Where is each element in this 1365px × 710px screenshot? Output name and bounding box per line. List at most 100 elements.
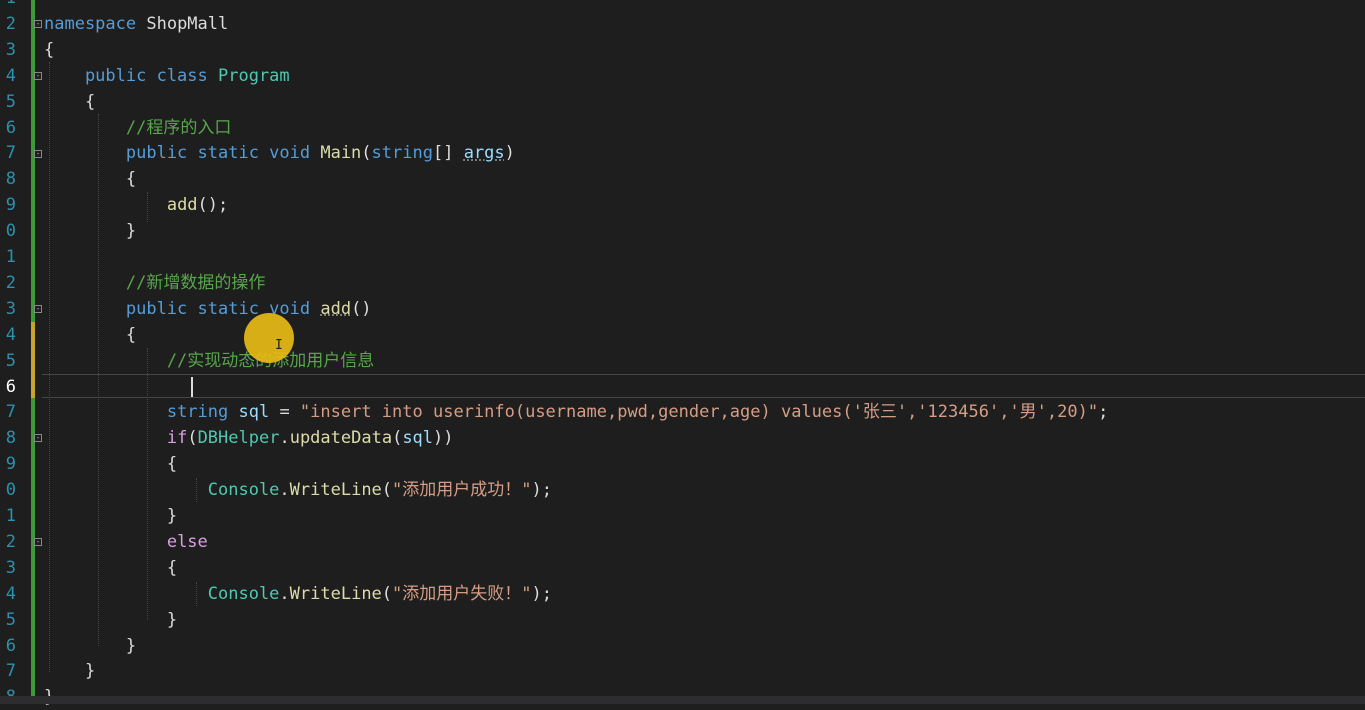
line-number: 2 xyxy=(5,13,16,34)
code-line[interactable]: 3 { xyxy=(0,555,1365,581)
code-text: else xyxy=(44,529,208,555)
line-number: 4 xyxy=(5,583,16,604)
code-line[interactable]: 7 string sql = "insert into userinfo(use… xyxy=(0,399,1365,425)
code-line[interactable]: 0 } xyxy=(0,218,1365,244)
code-token: "添加用户成功！" xyxy=(392,480,532,501)
code-token: (); xyxy=(197,195,229,216)
code-token: namespace xyxy=(44,13,137,34)
line-number: 5 xyxy=(5,91,16,112)
code-text: } xyxy=(44,218,136,244)
code-line[interactable]: 3{ xyxy=(0,37,1365,63)
code-token: //程序的入口 xyxy=(44,117,232,138)
code-token: string xyxy=(166,402,239,423)
code-token: { xyxy=(44,324,137,345)
code-text: } xyxy=(44,607,177,633)
code-text: { xyxy=(44,555,177,581)
code-token: updateData xyxy=(289,428,393,449)
code-token: ShopMall xyxy=(136,13,229,34)
code-line[interactable]: 1 } xyxy=(0,503,1365,529)
code-text: add(); xyxy=(44,192,228,218)
code-line[interactable]: 2 else xyxy=(0,529,1365,555)
code-line[interactable]: 4 public class Program xyxy=(0,63,1365,89)
code-text: string sql = "insert into userinfo(usern… xyxy=(44,399,1109,425)
code-line[interactable]: 5 } xyxy=(0,607,1365,633)
code-token: { xyxy=(44,39,55,60)
code-token: ; xyxy=(1098,402,1109,423)
code-line[interactable]: 8 if(DBHelper.updateData(sql)) xyxy=(0,425,1365,451)
code-line[interactable]: 1 xyxy=(0,0,1365,11)
code-line[interactable]: 5 { xyxy=(0,89,1365,115)
code-text: if(DBHelper.updateData(sql)) xyxy=(44,425,454,451)
code-line[interactable]: 2 //新增数据的操作 xyxy=(0,270,1365,296)
code-line[interactable]: 8 { xyxy=(0,166,1365,192)
code-token: "insert into userinfo(username,pwd,gende… xyxy=(299,402,1099,423)
code-text: } xyxy=(44,503,177,529)
code-token: } xyxy=(44,506,178,526)
code-line[interactable]: 9 add(); xyxy=(0,192,1365,218)
line-number: 8 xyxy=(5,428,16,449)
line-number: 2 xyxy=(5,272,16,293)
code-token: Console xyxy=(207,583,280,604)
line-number: 3 xyxy=(5,39,16,60)
code-token: )) xyxy=(433,428,454,449)
code-token: add xyxy=(320,298,352,319)
code-token: if xyxy=(166,428,188,449)
code-text: public static void Main(string[] args) xyxy=(44,140,515,166)
code-token: . xyxy=(279,583,290,604)
line-number: 5 xyxy=(5,609,16,630)
line-number: 7 xyxy=(5,661,16,682)
line-number: 6 xyxy=(5,376,16,397)
code-text: Console.WriteLine("添加用户成功！"); xyxy=(44,477,552,503)
line-number: 0 xyxy=(5,480,16,501)
code-line[interactable]: 7 public static void Main(string[] args) xyxy=(0,140,1365,166)
code-line[interactable]: 9 { xyxy=(0,451,1365,477)
code-token: args xyxy=(463,143,505,164)
line-number: 7 xyxy=(5,402,16,423)
code-token: { xyxy=(44,169,137,190)
code-line[interactable]: 6 xyxy=(0,374,1365,400)
code-token: Program xyxy=(218,65,290,86)
line-number: 8 xyxy=(5,169,16,190)
code-token: ( xyxy=(392,428,403,449)
code-token: Console xyxy=(207,480,280,501)
code-line[interactable]: 5 //实现动态的添加用户信息 xyxy=(0,348,1365,374)
code-line[interactable]: 3 public static void add() xyxy=(0,296,1365,322)
code-line[interactable]: 6 } xyxy=(0,633,1365,659)
code-token: ( xyxy=(361,143,372,164)
line-number: 1 xyxy=(0,0,16,11)
code-text: { xyxy=(44,37,54,63)
code-editor[interactable]: - - - - - - 12namespace ShopMall3{4 publ… xyxy=(0,0,1365,707)
code-token: ( xyxy=(381,583,393,604)
code-line[interactable]: 6 //程序的入口 xyxy=(0,115,1365,141)
code-token: . xyxy=(279,428,290,449)
code-line[interactable]: 7 } xyxy=(0,658,1365,684)
code-token: [] xyxy=(432,143,464,164)
code-line[interactable]: 4 Console.WriteLine("添加用户失败！"); xyxy=(0,581,1365,607)
code-token: WriteLine xyxy=(289,583,382,604)
code-line[interactable]: 2 namespace ShopMall xyxy=(0,11,1365,37)
code-text: } xyxy=(44,633,136,659)
code-line[interactable]: 0 Console.WriteLine("添加用户成功！"); xyxy=(0,477,1365,503)
mouse-cursor-highlight xyxy=(244,313,294,363)
code-text: namespace ShopMall xyxy=(44,11,228,37)
text-caret xyxy=(191,377,193,397)
code-token: } xyxy=(44,221,137,242)
code-token: { xyxy=(44,454,178,475)
line-number: 9 xyxy=(5,454,16,475)
code-token: Main xyxy=(320,143,362,164)
code-token: . xyxy=(279,480,290,501)
code-token: ( xyxy=(381,480,393,501)
code-line[interactable]: 4 { xyxy=(0,322,1365,348)
line-number: 1 xyxy=(5,247,16,267)
code-token: { xyxy=(44,91,96,112)
line-number: 7 xyxy=(5,143,16,164)
code-token: sql xyxy=(402,428,434,449)
code-token: public class xyxy=(44,65,218,86)
code-token: ); xyxy=(531,480,553,501)
code-line[interactable]: 1 xyxy=(0,244,1365,270)
code-text: //新增数据的操作 xyxy=(44,270,265,296)
code-text: //实现动态的添加用户信息 xyxy=(44,348,374,374)
ibeam-cursor-icon: I xyxy=(275,338,283,353)
